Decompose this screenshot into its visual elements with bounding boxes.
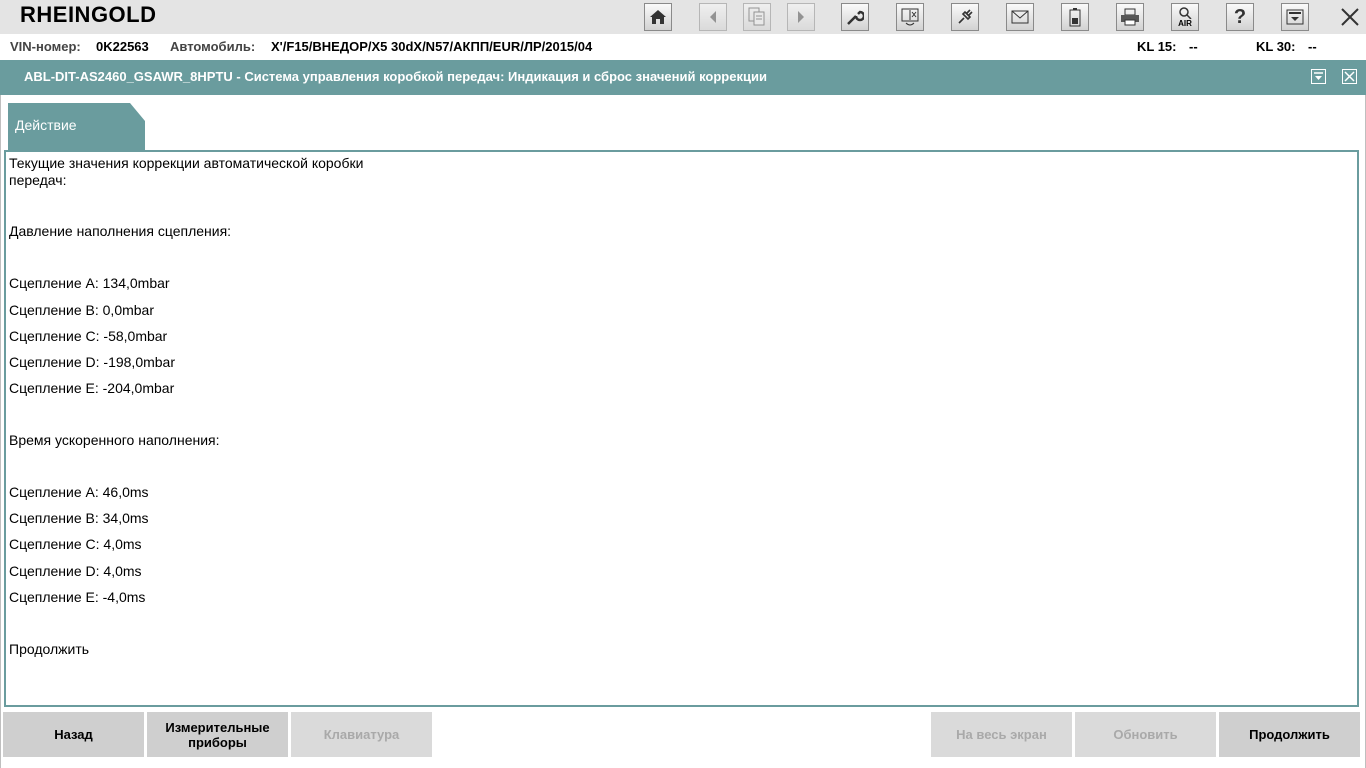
help-button[interactable]: ? xyxy=(1226,3,1254,31)
window-title-bar: ABL-DIT-AS2460_GSAWR_8HPTU - Система упр… xyxy=(0,60,1366,95)
pressure-clutch-b: Сцепление B: 0,0mbar xyxy=(9,302,154,318)
battery-button[interactable] xyxy=(1061,3,1089,31)
printer-icon xyxy=(1121,8,1139,26)
back-button-label: Назад xyxy=(54,727,93,742)
tab-action-label: Действие xyxy=(15,117,77,133)
window-close-icon xyxy=(1344,71,1355,82)
kl15-value: -- xyxy=(1189,39,1198,54)
forward-arrow-icon xyxy=(798,11,804,23)
forward-nav-button[interactable] xyxy=(787,3,815,31)
keyboard-button[interactable]: Клавиатура xyxy=(291,712,432,757)
pressure-clutch-a: Сцепление A: 134,0mbar xyxy=(9,275,170,291)
fullscreen-button-label: На весь экран xyxy=(956,727,1047,742)
wrench-icon xyxy=(847,10,864,25)
keyboard-button-label: Клавиатура xyxy=(323,727,400,742)
envelope-icon xyxy=(1011,10,1029,24)
home-button[interactable] xyxy=(644,3,672,31)
air-search-icon xyxy=(1179,6,1192,19)
time-clutch-e: Сцепление E: -4,0ms xyxy=(9,589,146,605)
close-icon xyxy=(1341,8,1359,26)
documents-button[interactable] xyxy=(743,3,771,31)
minimize-icon xyxy=(1286,9,1304,25)
back-button[interactable]: Назад xyxy=(3,712,144,757)
messages-button[interactable] xyxy=(1006,3,1034,31)
intro-line-2: передач: xyxy=(9,172,67,188)
window-minimize-icon xyxy=(1314,72,1323,80)
app-title: RHEINGOLD xyxy=(20,2,157,27)
car-value: X'/F15/ВНЕДОР/X5 30dX/N57/АКПП/EUR/ЛР/20… xyxy=(271,39,593,54)
measuring-instruments-button[interactable]: Измерительные приборы xyxy=(147,712,288,757)
battery-icon xyxy=(1069,8,1081,27)
vin-label: VIN-номер: xyxy=(10,39,81,54)
refresh-button[interactable]: Обновить xyxy=(1075,712,1216,757)
continue-button[interactable]: Продолжить xyxy=(1219,712,1360,757)
tab-action[interactable]: Действие xyxy=(8,103,145,150)
print-button[interactable] xyxy=(1116,3,1144,31)
air-label: AIR xyxy=(1178,18,1192,28)
time-clutch-b: Сцепление B: 34,0ms xyxy=(9,510,149,526)
close-button[interactable] xyxy=(1336,3,1364,31)
kl30-value: -- xyxy=(1308,39,1317,54)
home-icon xyxy=(650,10,666,24)
diagnosis-icon xyxy=(901,8,919,26)
air-button[interactable]: AIR xyxy=(1171,3,1199,31)
window-title: ABL-DIT-AS2460_GSAWR_8HPTU - Система упр… xyxy=(24,69,767,84)
fullscreen-button[interactable]: На весь экран xyxy=(931,712,1072,757)
time-clutch-c: Сцепление C: 4,0ms xyxy=(9,536,142,552)
time-clutch-a: Сцепление A: 46,0ms xyxy=(9,484,149,500)
kl30-label: KL 30: xyxy=(1256,39,1296,54)
connection-button[interactable] xyxy=(951,3,979,31)
continue-button-label: Продолжить xyxy=(1249,727,1330,742)
service-button[interactable] xyxy=(841,3,869,31)
pressure-clutch-d: Сцепление D: -198,0mbar xyxy=(9,354,176,370)
plug-icon xyxy=(958,9,973,24)
back-nav-button[interactable] xyxy=(699,3,727,31)
car-label: Автомобиль: xyxy=(170,39,256,54)
vehicle-info-bar: VIN-номер: 0K22563 Автомобиль: X'/F15/ВН… xyxy=(0,34,1366,60)
vin-value: 0K22563 xyxy=(96,39,149,54)
instruments-label-line-2: приборы xyxy=(188,734,247,750)
top-toolbar: RHEINGOLD AIR ? xyxy=(0,0,1366,34)
content-panel: Текущие значения коррекции автоматическо… xyxy=(4,150,1359,707)
window-close-button[interactable] xyxy=(1342,69,1357,84)
diagnosis-button[interactable] xyxy=(896,3,924,31)
continue-text: Продолжить xyxy=(9,641,90,657)
refresh-button-label: Обновить xyxy=(1113,727,1178,742)
intro-line-1: Текущие значения коррекции автоматическо… xyxy=(9,155,364,171)
documents-icon xyxy=(748,7,765,26)
minimize-button[interactable] xyxy=(1281,3,1309,31)
window-minimize-button[interactable] xyxy=(1311,69,1326,84)
pressure-clutch-c: Сцепление C: -58,0mbar xyxy=(9,328,168,344)
time-clutch-d: Сцепление D: 4,0ms xyxy=(9,563,142,579)
instruments-label-line-1: Измерительные xyxy=(165,719,270,735)
help-icon: ? xyxy=(1233,5,1247,28)
time-heading: Время ускоренного наполнения: xyxy=(9,432,220,448)
pressure-clutch-e: Сцепление E: -204,0mbar xyxy=(9,380,175,396)
kl15-label: KL 15: xyxy=(1137,39,1177,54)
pressure-heading: Давление наполнения сцепления: xyxy=(9,223,232,239)
back-arrow-icon xyxy=(710,11,716,23)
